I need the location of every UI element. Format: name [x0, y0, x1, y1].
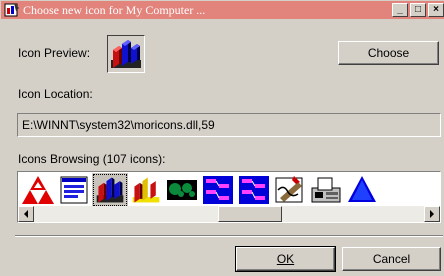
arrow-left-icon — [24, 210, 28, 218]
window-title: Choose new icon for My Computer ... — [23, 3, 206, 17]
icon-option[interactable] — [20, 173, 56, 207]
cancel-button[interactable]: Cancel — [342, 247, 441, 271]
horizontal-scrollbar[interactable] — [18, 206, 440, 222]
network-diagram-icon — [239, 176, 269, 204]
hand-writing-icon — [275, 176, 303, 203]
bar-chart-icon — [111, 40, 141, 68]
icon-option[interactable] — [344, 173, 380, 207]
blue-triangle-icon — [348, 176, 376, 202]
icon-option[interactable] — [56, 173, 92, 207]
choose-button-label: Choose — [367, 46, 410, 60]
maximize-button[interactable]: □ — [410, 3, 426, 17]
choose-icon-dialog: Choose new icon for My Computer ... _ □ … — [0, 0, 444, 276]
icon-preview-box — [107, 35, 145, 73]
close-button[interactable]: × — [428, 3, 444, 17]
arrow-right-icon — [430, 210, 434, 218]
screen-window-icon — [60, 176, 88, 204]
bar-chart-yellow-icon — [132, 177, 160, 203]
scroll-right-button[interactable] — [424, 206, 440, 222]
title-bar[interactable]: Choose new icon for My Computer ... _ □ … — [1, 1, 444, 19]
footer-divider — [15, 235, 443, 237]
icons-browsing-label: Icons Browsing (107 icons): — [18, 152, 166, 166]
scroll-left-button[interactable] — [18, 206, 34, 222]
warning-triangles-icon — [22, 176, 54, 204]
choose-button[interactable]: Choose — [338, 41, 439, 65]
app-icon — [4, 3, 19, 17]
ok-button-label: OK — [276, 252, 295, 266]
icon-option[interactable] — [164, 173, 200, 207]
icon-option[interactable] — [200, 173, 236, 207]
fax-machine-icon — [311, 177, 341, 203]
minimize-button[interactable]: _ — [392, 3, 408, 17]
icon-location-value: E:\WINNT\system32\moricons.dll,59 — [22, 118, 215, 132]
cancel-button-label: Cancel — [372, 252, 411, 266]
icon-location-label: Icon Location: — [18, 87, 93, 101]
network-diagram-icon — [203, 176, 233, 204]
ok-button[interactable]: OK — [235, 246, 336, 272]
icon-strip — [20, 173, 380, 207]
icon-option[interactable] — [308, 173, 344, 207]
icon-option-selected[interactable] — [92, 173, 128, 207]
icon-option[interactable] — [236, 173, 272, 207]
icon-preview-label: Icon Preview: — [18, 46, 91, 60]
bar-chart-icon — [96, 177, 124, 203]
scroll-thumb[interactable] — [218, 206, 282, 222]
icon-option[interactable] — [128, 173, 164, 207]
icon-option[interactable] — [272, 173, 308, 207]
world-map-icon — [167, 180, 197, 200]
icon-location-field[interactable]: E:\WINNT\system32\moricons.dll,59 — [17, 113, 441, 137]
icon-browser-list[interactable] — [17, 171, 441, 223]
